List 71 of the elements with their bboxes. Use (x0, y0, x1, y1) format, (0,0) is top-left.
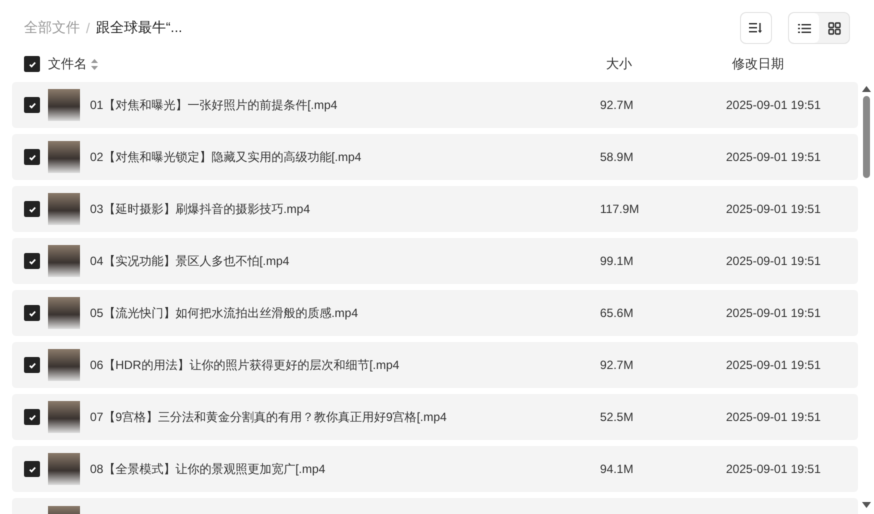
row-checkbox[interactable] (24, 253, 40, 269)
row-checkbox[interactable] (24, 149, 40, 165)
check-icon (28, 204, 36, 214)
modified-date: 2025-09-01 19:51 (726, 462, 821, 476)
select-all-checkbox[interactable] (24, 56, 40, 72)
modified-date: 2025-09-01 19:51 (726, 98, 821, 112)
file-name: 05【流光快门】如何把水流拍出丝滑般的质感.mp4 (90, 304, 360, 322)
file-row[interactable]: 07【9宫格】三分法和黄金分割真的有用？教你真正用好9宫格[.mp4 52.5M 2025-09-01 19:51 (12, 394, 858, 440)
check-icon (28, 464, 36, 474)
file-row[interactable]: 08【全景模式】让你的景观照更加宽广[.mp4 94.1M 2025-09-01 19:51 (12, 446, 858, 492)
file-name: 03【延时摄影】刷爆抖音的摄影技巧.mp4 (90, 200, 312, 218)
list-view-button[interactable] (789, 13, 819, 43)
file-row[interactable]: 01【对焦和曝光】一张好照片的前提条件[.mp4 92.7M 2025-09-01 19:51 (12, 82, 858, 128)
check-icon (28, 60, 36, 68)
modified-date: 2025-09-01 19:51 (726, 254, 821, 268)
row-checkbox[interactable] (24, 201, 40, 217)
file-row[interactable]: 05【流光快门】如何把水流拍出丝滑般的质感.mp4 65.6M 2025-09-01 19:51 (12, 290, 858, 336)
photo-placeholder (48, 349, 80, 381)
row-checkbox[interactable] (24, 409, 40, 425)
file-name: 01【对焦和曝光】一张好照片的前提条件[.mp4 (90, 96, 338, 114)
file-size: 52.5M (600, 410, 634, 424)
list-icon (798, 22, 810, 34)
modified-date: 2025-09-01 19:51 (726, 150, 821, 164)
breadcrumb-separator: / (86, 20, 90, 36)
file-size: 65.6M (600, 306, 634, 320)
file-row[interactable]: 04【实况功能】景区人多也不怕[.mp4 99.1M 2025-09-01 19:51 (12, 238, 858, 284)
scroll-down-icon[interactable] (862, 502, 870, 508)
column-header[interactable]: 文件名 (48, 55, 87, 73)
photo-placeholder (48, 89, 80, 121)
check-icon (28, 412, 36, 422)
column-header: 修改日期 (732, 55, 784, 73)
photo-placeholder (48, 297, 80, 329)
check-icon (28, 360, 36, 370)
file-size: 92.7M (600, 358, 634, 372)
file-name: 02【对焦和曝光锁定】隐藏又实用的高级功能[.mp4 (90, 148, 362, 166)
modified-date: 2025-09-01 19:51 (726, 358, 821, 372)
file-size: 58.9M (600, 150, 634, 164)
file-size: 92.7M (600, 98, 634, 112)
check-icon (28, 152, 36, 162)
photo-placeholder (48, 193, 80, 225)
sort-icon (91, 58, 98, 70)
check-icon (28, 256, 36, 266)
file-name: 06【HDR的用法】让你的照片获得更好的层次和细节[.mp4 (90, 356, 400, 374)
check-icon (28, 100, 36, 110)
file-name: 07【9宫格】三分法和黄金分割真的有用？教你真正用好9宫格[.mp4 (90, 408, 448, 426)
file-row[interactable]: 02【对焦和曝光锁定】隐藏又实用的高级功能[.mp4 58.9M 2025-09-01 19:51 (12, 134, 858, 180)
sort-icon (749, 22, 763, 34)
modified-date: 2025-09-01 19:51 (726, 306, 821, 320)
row-checkbox[interactable] (24, 97, 40, 113)
file-size: 117.9M (600, 202, 640, 216)
file-row[interactable]: 06【HDR的用法】让你的照片获得更好的层次和细节[.mp4 92.7M 2025-09-01 19:51 (12, 342, 858, 388)
file-name: 08【全景模式】让你的景观照更加宽广[.mp4 (90, 460, 326, 478)
scroll-up-icon[interactable] (862, 86, 870, 92)
row-checkbox[interactable] (24, 461, 40, 477)
row-checkbox[interactable] (24, 357, 40, 373)
row-checkbox[interactable] (24, 305, 40, 321)
current-folder: 跟全球最牛“... (96, 19, 182, 37)
photo-placeholder (48, 401, 80, 433)
column-header: 大小 (606, 55, 633, 73)
check-icon (28, 308, 36, 318)
file-row[interactable]: 03【延时摄影】刷爆抖音的摄影技巧.mp4 117.9M 2025-09-01 19:51 (12, 186, 858, 232)
photo-placeholder (48, 245, 80, 277)
grid-icon (828, 22, 840, 34)
file-size: 94.1M (600, 462, 634, 476)
sort-button[interactable] (740, 12, 772, 44)
photo-placeholder (48, 141, 80, 173)
photo-placeholder (48, 453, 80, 485)
file-name: 04【实况功能】景区人多也不怕[.mp4 (90, 252, 290, 270)
file-size: 99.1M (600, 254, 634, 268)
modified-date: 2025-09-01 19:51 (726, 410, 821, 424)
modified-date: 2025-09-01 19:51 (726, 202, 821, 216)
